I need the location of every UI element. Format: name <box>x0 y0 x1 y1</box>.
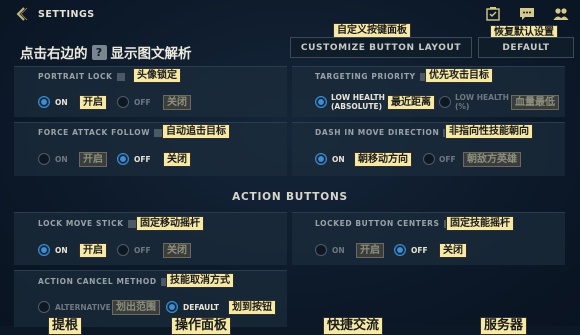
targeting-opt1-annotation: 最近距离 <box>387 95 435 110</box>
force-attack-follow-annotation: 自动追击目标 <box>162 124 230 139</box>
targeting-priority-annotation: 优先攻击目标 <box>425 68 493 83</box>
action-cancel-method-title: ACTION CANCEL METHOD <box>38 277 169 286</box>
cancel-default-annotation: 划到按钮 <box>228 300 276 315</box>
force-attack-on-annotation: 开启 <box>79 152 107 167</box>
info-icon[interactable] <box>127 220 136 228</box>
targeting-low-health-absolute-radio[interactable] <box>315 96 327 108</box>
info-icon[interactable] <box>116 73 125 81</box>
help-hint: 点击右边的 ? 显示图文解析 <box>20 42 192 62</box>
bottom-tab-4[interactable]: 服务器 <box>480 317 528 335</box>
hint-text-after: 显示图文解析 <box>110 46 192 62</box>
dash-on-label: ON <box>332 155 345 164</box>
portrait-lock-on-radio[interactable] <box>38 96 50 108</box>
customize-annotation: 自定义按键面板 <box>333 23 411 38</box>
dash-on-radio[interactable] <box>315 153 327 165</box>
dash-off-radio[interactable] <box>423 153 435 165</box>
cancel-alternative-radio[interactable] <box>38 301 50 313</box>
force-attack-off-label: OFF <box>134 155 151 164</box>
dash-off-label: OFF <box>439 155 456 164</box>
locked-centers-on-radio[interactable] <box>315 244 327 256</box>
locked-centers-off-radio[interactable] <box>394 244 406 256</box>
dash-on-annotation: 朝移动方向 <box>354 152 412 167</box>
force-attack-on-radio[interactable] <box>38 153 50 165</box>
cancel-alternative-annotation: 划出范围 <box>112 300 160 315</box>
force-attack-follow-title: FORCE ATTACK FOLLOW <box>38 128 163 137</box>
portrait-lock-off-radio[interactable] <box>117 96 129 108</box>
portrait-lock-off-label: OFF <box>134 98 151 107</box>
force-attack-on-label: ON <box>55 155 68 164</box>
portrait-lock-annotation: 头像锁定 <box>133 68 181 83</box>
portrait-lock-off-annotation: 关闭 <box>163 95 191 110</box>
cancel-default-radio[interactable] <box>166 301 178 313</box>
friends-icon[interactable] <box>553 7 569 21</box>
lock-move-stick-annotation: 固定移动摇杆 <box>136 216 204 231</box>
locked-centers-on-label: ON <box>332 246 345 255</box>
cancel-default-label: DEFAULT <box>183 303 219 312</box>
force-attack-off-annotation: 关闭 <box>163 152 191 167</box>
cancel-alternative-label: ALTERNATIVE <box>55 303 111 312</box>
help-icon: ? <box>91 44 107 60</box>
bottom-tab-3[interactable]: 快捷交流 <box>323 317 384 335</box>
bottom-tab-1[interactable]: 提根 <box>48 317 83 335</box>
lock-move-stick-title: LOCK MOVE STICK <box>38 219 136 228</box>
customize-button-layout-button[interactable]: CUSTOMIZE BUTTON LAYOUT <box>290 37 472 58</box>
targeting-low-health-absolute-label: LOW HEALTH (ABSOLUTE) <box>331 93 385 111</box>
action-cancel-method-annotation: 技能取消方式 <box>166 273 234 288</box>
lock-move-stick-on-annotation: 开启 <box>79 243 107 258</box>
lock-move-stick-on-radio[interactable] <box>38 244 50 256</box>
dash-direction-annotation: 非指向性技能朝向 <box>445 124 533 139</box>
bottom-tab-2[interactable]: 操作面板 <box>171 317 232 335</box>
targeting-low-health-percent-radio[interactable] <box>439 96 451 108</box>
targeting-low-health-percent-label: LOW HEALTH (%) <box>455 93 509 111</box>
lock-move-stick-on-label: ON <box>55 246 68 255</box>
page-title: SETTINGS <box>38 9 95 20</box>
info-icon[interactable] <box>154 129 163 137</box>
lock-move-stick-off-annotation: 关闭 <box>163 243 191 258</box>
lock-move-stick-off-label: OFF <box>134 246 151 255</box>
action-buttons-heading: ACTION BUTTONS <box>232 191 348 203</box>
locked-centers-off-label: OFF <box>411 246 428 255</box>
locked-centers-off-annotation: 关闭 <box>439 243 467 258</box>
locked-centers-on-annotation: 开启 <box>356 243 384 258</box>
lock-move-stick-off-radio[interactable] <box>117 244 129 256</box>
portrait-lock-on-label: ON <box>55 98 68 107</box>
targeting-opt2-annotation: 血量最低 <box>511 95 559 110</box>
force-attack-off-radio[interactable] <box>117 153 129 165</box>
portrait-lock-on-annotation: 开启 <box>79 95 107 110</box>
back-icon[interactable] <box>14 6 30 22</box>
dash-direction-title: DASH IN MOVE DIRECTION <box>315 128 452 137</box>
dash-off-annotation: 朝敌方英雄 <box>463 152 521 167</box>
hint-text-before: 点击右边的 <box>20 46 88 62</box>
chat-icon[interactable] <box>519 7 535 21</box>
default-button[interactable]: DEFAULT <box>478 37 574 58</box>
portrait-lock-title: PORTRAIT LOCK <box>38 72 125 81</box>
notifications-icon[interactable] <box>485 7 501 21</box>
locked-button-centers-annotation: 固定技能摇杆 <box>446 216 514 231</box>
locked-button-centers-title: LOCKED BUTTON CENTERS <box>315 219 452 228</box>
targeting-priority-title: TARGETING PRIORITY <box>315 72 428 81</box>
